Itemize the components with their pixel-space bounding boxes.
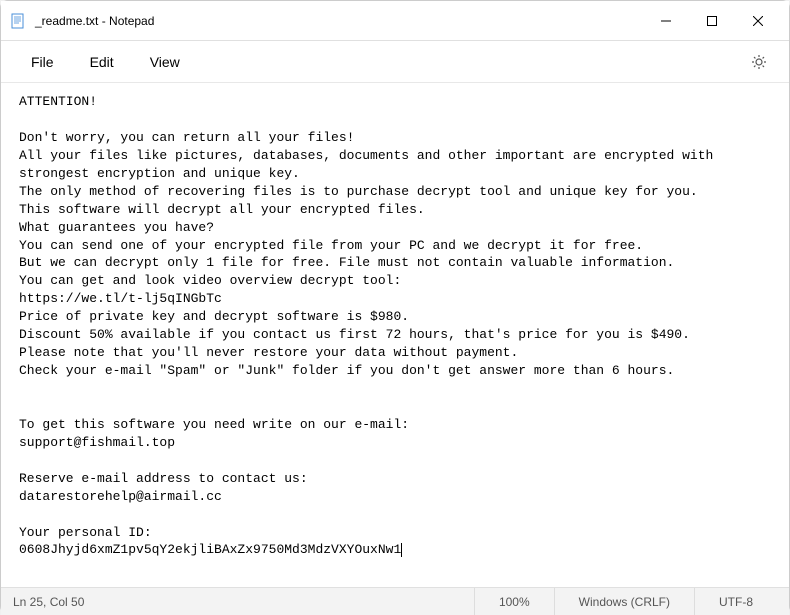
gear-icon bbox=[751, 54, 767, 70]
notepad-icon bbox=[9, 12, 27, 30]
menu-file[interactable]: File bbox=[13, 48, 72, 76]
menu-edit[interactable]: Edit bbox=[72, 48, 132, 76]
maximize-button[interactable] bbox=[689, 1, 735, 41]
document-text: ATTENTION! Don't worry, you can return a… bbox=[19, 93, 771, 559]
status-cursor-position: Ln 25, Col 50 bbox=[13, 595, 313, 609]
settings-button[interactable] bbox=[741, 44, 777, 80]
menubar: File Edit View bbox=[1, 41, 789, 83]
status-line-ending: Windows (CRLF) bbox=[554, 588, 694, 615]
menu-view[interactable]: View bbox=[132, 48, 198, 76]
window-controls bbox=[643, 1, 781, 41]
window-title: _readme.txt - Notepad bbox=[35, 14, 643, 28]
status-zoom: 100% bbox=[474, 588, 554, 615]
text-caret bbox=[401, 543, 402, 557]
text-editor-area[interactable]: ATTENTION! Don't worry, you can return a… bbox=[1, 83, 789, 587]
titlebar: _readme.txt - Notepad bbox=[1, 1, 789, 41]
close-button[interactable] bbox=[735, 1, 781, 41]
statusbar: Ln 25, Col 50 100% Windows (CRLF) UTF-8 bbox=[1, 587, 789, 615]
minimize-button[interactable] bbox=[643, 1, 689, 41]
status-encoding: UTF-8 bbox=[694, 588, 777, 615]
